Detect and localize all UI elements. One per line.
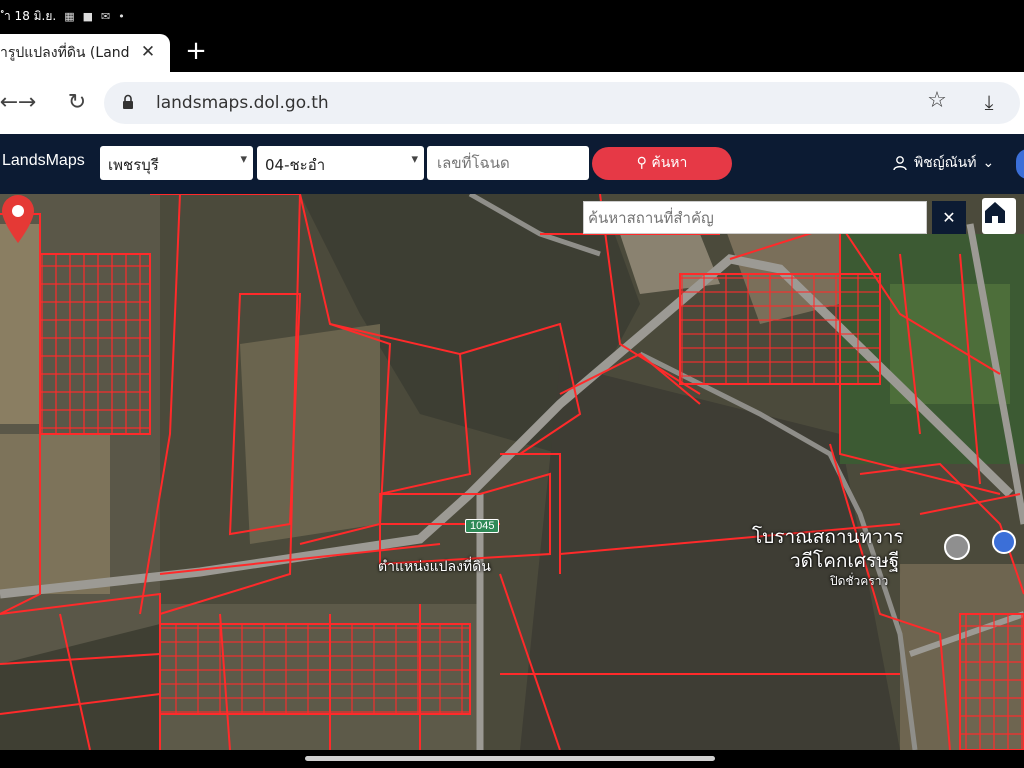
download-icon[interactable]: ⤓ <box>974 90 1004 114</box>
search-button-label: ค้นหา <box>651 155 688 171</box>
facebook-icon: ■ <box>82 9 94 23</box>
home-icon <box>985 202 1005 223</box>
map-view[interactable]: ✕ 1045 ตำแหน่งแปลงที่ดิน โบราณสถานทวาร ว… <box>0 194 1024 750</box>
user-name: พิชญ์ณันท์ <box>914 155 977 171</box>
route-number-badge: 1045 <box>465 519 500 533</box>
brand-logo[interactable]: LandsMaps <box>2 152 85 170</box>
place-marker-icon[interactable] <box>992 530 1016 554</box>
search-button[interactable]: ⚲ ค้นหา <box>592 147 732 180</box>
address-bar[interactable]: landsmaps.dol.go.th ☆ ⤓ <box>104 82 1020 124</box>
home-button[interactable] <box>982 198 1016 234</box>
tab-strip: ารูปแปลงที่ดิน (Land ✕ + <box>0 32 1024 72</box>
poi-status: ปิดชั่วคราว <box>830 574 889 588</box>
place-search-input[interactable] <box>583 201 927 234</box>
province-value: เพชรบุรี <box>108 156 159 174</box>
pin-label: ตำแหน่งแปลงที่ดิน <box>378 559 491 575</box>
status-bar: ำ 18 มิ.ย. ▦ ■ ✉ • <box>0 0 1024 32</box>
user-menu[interactable]: พิชญ์ณันท์ ⌄ <box>892 152 994 174</box>
app-header: LandsMaps เพชรบุรี ▾ 04-ชะอำ ▾ ⚲ ค้นหา พ… <box>0 134 1024 194</box>
gesture-bar <box>0 750 1024 768</box>
search-icon: ⚲ <box>636 155 647 171</box>
home-indicator[interactable] <box>305 756 715 761</box>
url-text[interactable]: landsmaps.dol.go.th <box>156 93 329 113</box>
chevron-down-icon: ▾ <box>411 152 418 167</box>
district-value: 04-ชะอำ <box>265 156 326 174</box>
district-select[interactable]: 04-ชะอำ ▾ <box>257 146 424 180</box>
satellite-map[interactable] <box>0 194 1024 750</box>
lock-icon <box>123 94 133 109</box>
close-tab-icon[interactable]: ✕ <box>138 42 158 62</box>
forward-icon[interactable]: → <box>12 88 42 118</box>
map-pin-icon[interactable] <box>0 194 36 244</box>
bookmark-star-icon[interactable]: ☆ <box>922 88 952 113</box>
browser-toolbar: ← → ↻ landsmaps.dol.go.th ☆ ⤓ <box>0 72 1024 134</box>
calendar-icon: ▦ <box>64 9 75 23</box>
landmark-icon[interactable] <box>944 534 970 560</box>
status-date: ำ 18 มิ.ย. <box>4 8 57 23</box>
province-select[interactable]: เพชรบุรี ▾ <box>100 146 253 180</box>
browser-tab[interactable]: ารูปแปลงที่ดิน (Land ✕ <box>0 34 170 72</box>
chevron-down-icon: ⌄ <box>982 155 995 171</box>
mail-icon: ✉ <box>101 9 111 23</box>
avatar[interactable] <box>1016 149 1024 179</box>
reload-icon[interactable]: ↻ <box>62 88 92 118</box>
status-dot: • <box>118 9 125 23</box>
user-icon <box>893 156 907 171</box>
close-icon[interactable]: ✕ <box>932 201 966 234</box>
tab-title: ารูปแปลงที่ดิน (Land <box>0 45 130 61</box>
chevron-down-icon: ▾ <box>240 152 247 167</box>
new-tab-button[interactable]: + <box>183 36 209 66</box>
parcel-number-input[interactable] <box>427 146 589 180</box>
